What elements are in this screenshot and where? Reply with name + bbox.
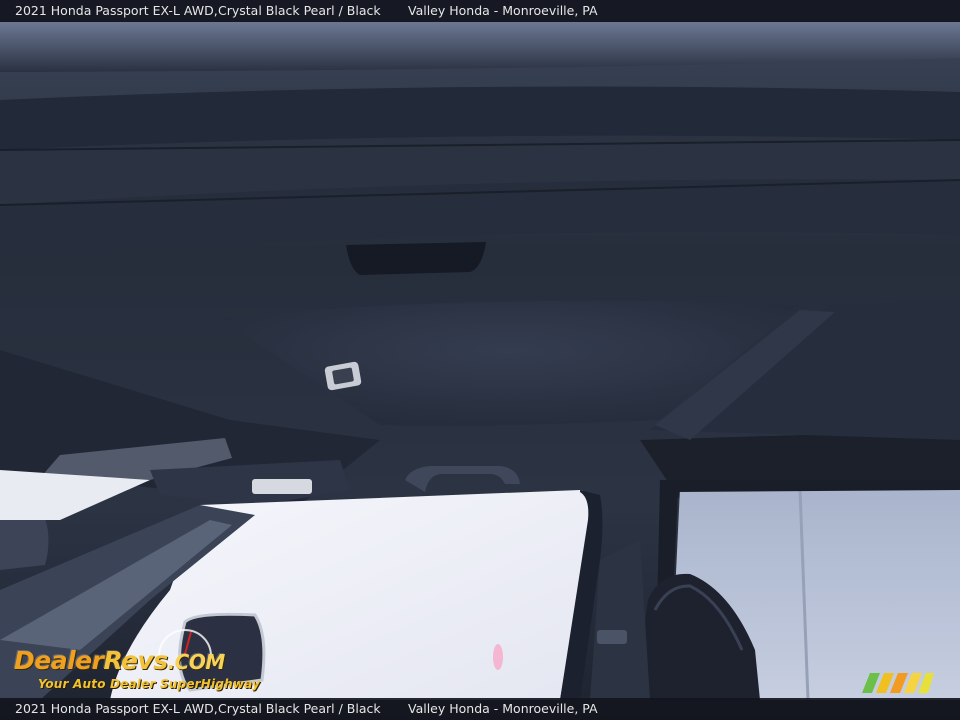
caption-vehicle-bottom: 2021 Honda Passport EX-L AWD, xyxy=(15,701,218,716)
caption-vehicle: 2021 Honda Passport EX-L AWD, xyxy=(15,3,218,18)
logo-com-text: .COM xyxy=(167,650,226,674)
dealerrevs-watermark: DealerRevs.COM Your Auto Dealer SuperHig… xyxy=(10,622,270,694)
caption-color-bottom: Crystal Black Pearl / Black xyxy=(218,701,381,716)
photo-frame: 2021 Honda Passport EX-L AWD, Crystal Bl… xyxy=(0,0,960,720)
watermark-tagline: Your Auto Dealer SuperHighway xyxy=(38,677,261,691)
watermark-logo: DealerRevs.COM xyxy=(14,646,225,675)
top-caption-bar: 2021 Honda Passport EX-L AWD, Crystal Bl… xyxy=(0,0,960,22)
logo-revs-text: Revs xyxy=(103,646,168,675)
stripes-logo-icon xyxy=(862,673,934,693)
caption-color: Crystal Black Pearl / Black xyxy=(218,3,381,18)
caption-dealer-bottom: Valley Honda - Monroeville, PA xyxy=(408,701,598,716)
bottom-caption-bar: 2021 Honda Passport EX-L AWD, Crystal Bl… xyxy=(0,698,960,720)
interior-photo xyxy=(0,0,960,720)
logo-dealer-text: Dealer xyxy=(14,646,104,675)
caption-dealer: Valley Honda - Monroeville, PA xyxy=(408,3,598,18)
